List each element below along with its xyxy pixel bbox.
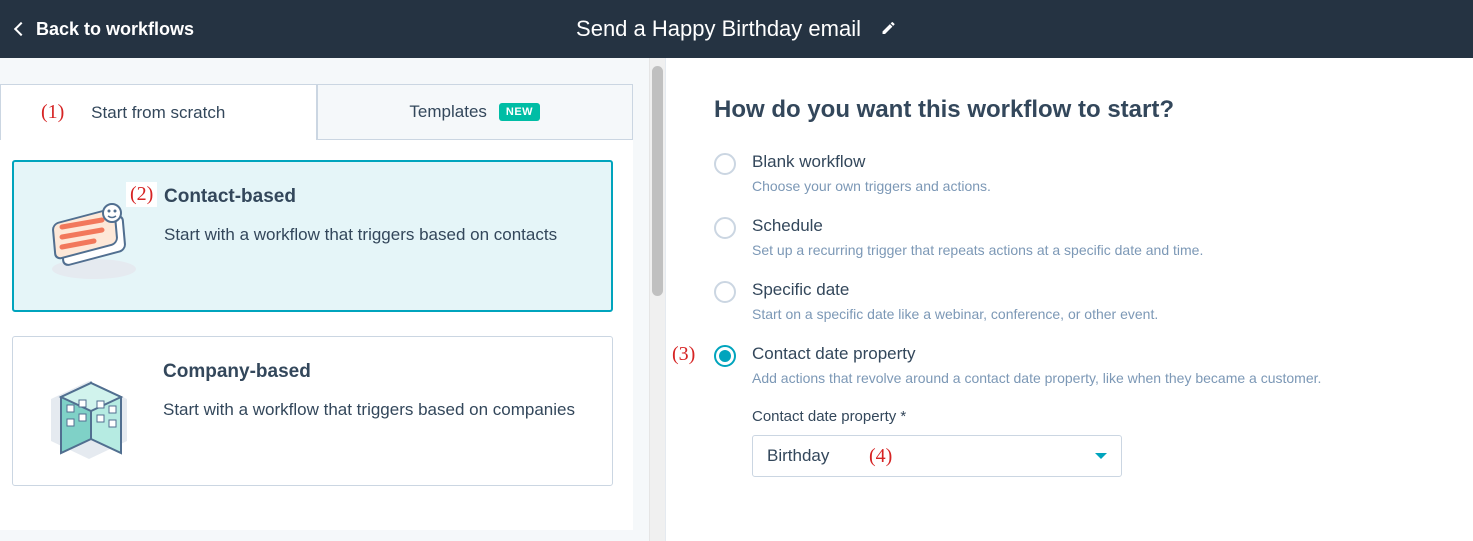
- card-contact-title: Contact-based: [164, 186, 557, 208]
- workflow-title-container: Send a Happy Birthday email: [576, 16, 897, 42]
- radio-contactdate-title: Contact date property: [752, 344, 1321, 364]
- workflow-title: Send a Happy Birthday email: [576, 16, 861, 42]
- annotation-1: (1): [37, 100, 68, 125]
- radio-circle-checked-icon: [714, 345, 736, 367]
- radio-specific-desc: Start on a specific date like a webinar,…: [752, 306, 1158, 322]
- radio-schedule-title: Schedule: [752, 216, 1203, 236]
- tab-start-from-scratch[interactable]: (1) Start from scratch: [0, 84, 317, 140]
- top-bar: Back to workflows Send a Happy Birthday …: [0, 0, 1473, 58]
- contact-date-field-group: Contact date property * Birthday (4): [752, 408, 1433, 477]
- radio-circle-icon: [714, 153, 736, 175]
- pencil-icon[interactable]: [881, 16, 897, 42]
- annotation-4: (4): [865, 444, 896, 469]
- radio-specific-date[interactable]: Specific date Start on a specific date l…: [714, 280, 1433, 322]
- contact-illustration-icon: [34, 186, 144, 286]
- contact-date-label: Contact date property *: [752, 408, 1433, 425]
- tabs: (1) Start from scratch Templates NEW: [0, 84, 633, 140]
- chevron-left-icon: [14, 22, 28, 36]
- radio-schedule-desc: Set up a recurring trigger that repeats …: [752, 242, 1203, 258]
- contact-date-select[interactable]: Birthday (4): [752, 435, 1122, 477]
- scrollbar[interactable]: [649, 58, 665, 541]
- back-to-workflows-link[interactable]: Back to workflows: [16, 19, 194, 40]
- scroll-thumb[interactable]: [652, 66, 663, 296]
- right-panel: How do you want this workflow to start? …: [665, 58, 1473, 541]
- tab-templates-label: Templates: [409, 102, 486, 122]
- left-panel: (1) Start from scratch Templates NEW (2): [0, 58, 665, 541]
- tab-templates[interactable]: Templates NEW: [317, 84, 634, 140]
- company-illustration-icon: [33, 361, 143, 461]
- radio-schedule[interactable]: Schedule Set up a recurring trigger that…: [714, 216, 1433, 258]
- radio-blank-desc: Choose your own triggers and actions.: [752, 178, 991, 194]
- card-list: (2): [0, 140, 633, 530]
- radio-circle-icon: [714, 281, 736, 303]
- card-contact-desc: Start with a workflow that triggers base…: [164, 222, 557, 248]
- card-contact-based[interactable]: (2): [12, 160, 613, 312]
- radio-specific-title: Specific date: [752, 280, 1158, 300]
- radio-blank-title: Blank workflow: [752, 152, 991, 172]
- card-company-based[interactable]: Company-based Start with a workflow that…: [12, 336, 613, 486]
- select-value: Birthday: [767, 446, 829, 466]
- card-company-desc: Start with a workflow that triggers base…: [163, 397, 575, 423]
- radio-contactdate-desc: Add actions that revolve around a contac…: [752, 370, 1321, 386]
- new-badge: NEW: [499, 103, 540, 121]
- annotation-3: (3): [668, 342, 699, 367]
- radio-contact-date-property[interactable]: (3) Contact date property Add actions th…: [714, 344, 1433, 386]
- radio-circle-icon: [714, 217, 736, 239]
- tab-scratch-label: Start from scratch: [91, 103, 225, 123]
- back-label: Back to workflows: [36, 19, 194, 40]
- radio-blank-workflow[interactable]: Blank workflow Choose your own triggers …: [714, 152, 1433, 194]
- caret-down-icon: [1095, 453, 1107, 459]
- right-heading: How do you want this workflow to start?: [714, 96, 1433, 124]
- card-company-title: Company-based: [163, 361, 575, 383]
